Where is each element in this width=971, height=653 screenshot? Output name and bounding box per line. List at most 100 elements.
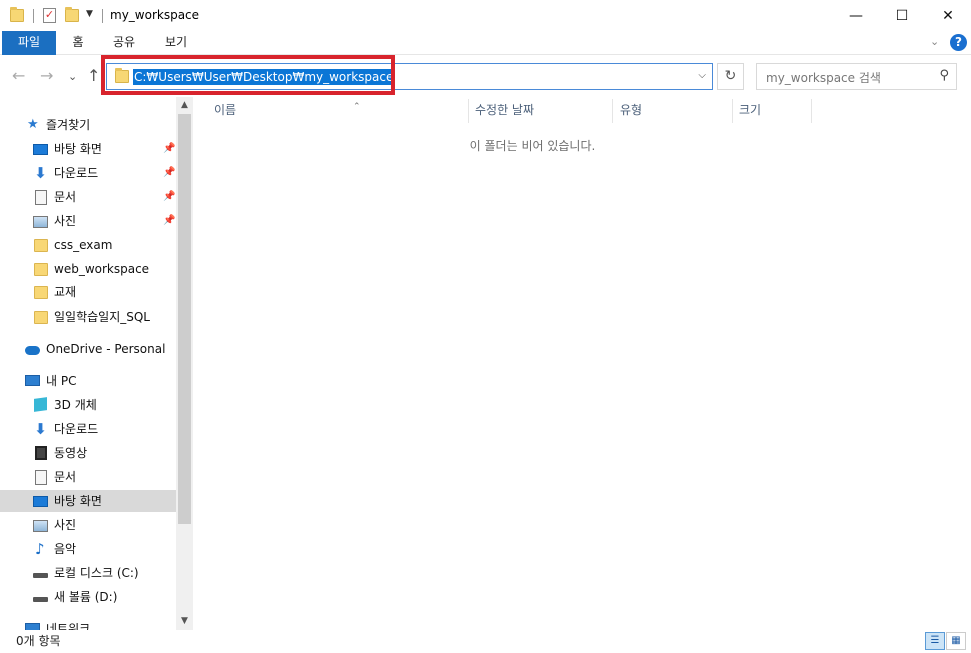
nav-item-documents-pinned[interactable]: 문서 📌 (0, 186, 176, 208)
expand-ribbon-icon[interactable]: ⌄ (930, 35, 939, 48)
title-bar: ✓ ▼ my_workspace — ☐ ✕ (0, 0, 971, 31)
empty-folder-message: 이 폴더는 비어 있습니다. (469, 139, 596, 153)
recent-locations-button[interactable]: ⌄ (68, 68, 77, 86)
scroll-thumb[interactable] (178, 114, 191, 524)
search-placeholder: my_workspace 검색 (766, 71, 881, 85)
tab-file[interactable]: 파일 (2, 31, 56, 55)
large-icons-view-icon[interactable]: ▦ (946, 632, 966, 650)
search-input[interactable]: my_workspace 검색 ⚲ (756, 63, 957, 90)
column-divider[interactable] (612, 99, 613, 123)
nav-item-label: css_exam (54, 238, 113, 252)
help-icon[interactable]: ? (950, 34, 967, 51)
nav-item-onedrive[interactable]: OneDrive - Personal (0, 338, 176, 360)
video-icon (35, 446, 47, 460)
divider (102, 9, 103, 23)
nav-item-local-disk-c[interactable]: 로컬 디스크 (C:) (0, 562, 176, 584)
divider (33, 9, 34, 23)
nav-item-desktop[interactable]: 바탕 화면 (0, 490, 176, 512)
scroll-down-arrow-icon[interactable]: ▼ (176, 613, 193, 630)
pictures-icon (33, 520, 48, 532)
properties-icon[interactable]: ✓ (43, 8, 56, 23)
nav-item-css-exam[interactable]: css_exam (0, 234, 176, 256)
network-icon (25, 623, 40, 630)
music-icon: ♪ (35, 540, 45, 558)
3d-objects-icon (34, 397, 47, 412)
column-divider[interactable] (811, 99, 812, 123)
nav-item-downloads-pinned[interactable]: ⬇ 다운로드 📌 (0, 162, 176, 184)
nav-item-music[interactable]: ♪ 음악 (0, 538, 176, 560)
nav-item-label: 사진 (54, 518, 77, 532)
nav-item-label: 네트워크 (46, 622, 91, 630)
refresh-button[interactable]: ↻ (717, 63, 744, 90)
nav-item-label: 즐겨찾기 (46, 118, 91, 132)
customize-toolbar-icon[interactable]: ▼ (86, 9, 93, 19)
nav-item-documents[interactable]: 문서 (0, 466, 176, 488)
column-header-size[interactable]: 크기 (739, 97, 811, 124)
new-folder-icon[interactable] (65, 7, 79, 22)
column-header-type[interactable]: 유형 (620, 97, 732, 124)
nav-item-label: 음악 (54, 542, 77, 556)
nav-item-label: 다운로드 (54, 422, 99, 436)
folder-icon (34, 286, 48, 299)
nav-item-label: 문서 (54, 470, 77, 484)
desktop-icon (33, 144, 48, 155)
nav-item-3d-objects[interactable]: 3D 개체 (0, 394, 176, 416)
back-button[interactable]: ← (12, 67, 25, 85)
nav-item-downloads[interactable]: ⬇ 다운로드 (0, 418, 176, 440)
scroll-up-arrow-icon[interactable]: ▲ (176, 97, 193, 114)
address-path[interactable]: C:₩Users₩User₩Desktop₩my_workspace (133, 69, 395, 85)
item-count: 0개 항목 (16, 634, 61, 648)
column-header-name[interactable]: 이름 ⌃ (214, 97, 468, 124)
nav-item-label: 바탕 화면 (54, 494, 102, 508)
navigation-pane: ★ 즐겨찾기 바탕 화면 📌 ⬇ 다운로드 📌 문서 📌 사진 📌 css_ex… (0, 97, 194, 630)
nav-item-pictures-pinned[interactable]: 사진 📌 (0, 210, 176, 232)
folder-icon (34, 239, 48, 252)
folder-icon (34, 263, 48, 276)
close-button[interactable]: ✕ (925, 0, 971, 31)
minimize-button[interactable]: — (833, 0, 879, 31)
nav-item-web-workspace[interactable]: web_workspace (0, 258, 176, 280)
nav-item-label: 일일학습일지_SQL (54, 310, 150, 324)
nav-item-daily-journal-sql[interactable]: 일일학습일지_SQL (0, 306, 176, 328)
column-divider[interactable] (732, 99, 733, 123)
pin-icon: 📌 (163, 143, 176, 154)
nav-item-quick-access[interactable]: ★ 즐겨찾기 (0, 114, 176, 136)
tab-home[interactable]: 홈 (62, 31, 94, 55)
tab-view[interactable]: 보기 (156, 31, 196, 55)
folder-icon (34, 311, 48, 324)
tab-share[interactable]: 공유 (104, 31, 144, 55)
up-button[interactable]: ↑ (87, 67, 100, 85)
nav-item-desktop-pinned[interactable]: 바탕 화면 📌 (0, 138, 176, 160)
column-header-modified[interactable]: 수정한 날짜 (475, 97, 612, 124)
nav-item-label: 바탕 화면 (54, 142, 102, 156)
download-icon: ⬇ (34, 164, 47, 182)
nav-item-textbook[interactable]: 교재 (0, 281, 176, 303)
drive-icon (33, 597, 48, 602)
local-disk-icon (33, 573, 48, 578)
nav-item-new-volume-d[interactable]: 새 볼륨 (D:) (0, 586, 176, 608)
nav-item-this-pc[interactable]: 내 PC (0, 370, 176, 392)
nav-item-label: web_workspace (54, 262, 150, 276)
column-divider[interactable] (468, 99, 469, 123)
document-icon (35, 190, 47, 205)
address-bar[interactable]: C:₩Users₩User₩Desktop₩my_workspace ⌵ (106, 63, 713, 90)
file-list: 이름 ⌃ 수정한 날짜 유형 크기 이 폴더는 비어 있습니다. (194, 97, 971, 630)
nav-item-label: 로컬 디스크 (C:) (54, 566, 139, 580)
folder-icon (10, 7, 24, 22)
nav-scrollbar[interactable]: ▲ ▼ (176, 97, 193, 630)
search-icon[interactable]: ⚲ (939, 68, 949, 83)
nav-item-label: 문서 (54, 190, 77, 204)
pictures-icon (33, 216, 48, 228)
address-dropdown-icon[interactable]: ⌵ (698, 70, 706, 81)
nav-item-pictures[interactable]: 사진 (0, 514, 176, 536)
maximize-button[interactable]: ☐ (879, 0, 925, 31)
column-name-label: 이름 (214, 103, 237, 117)
forward-button[interactable]: → (40, 67, 53, 85)
nav-item-network[interactable]: 네트워크 (0, 618, 176, 630)
nav-item-videos[interactable]: 동영상 (0, 442, 176, 464)
pc-icon (25, 375, 40, 386)
sort-ascending-icon: ⌃ (353, 102, 361, 112)
desktop-icon (33, 496, 48, 507)
details-view-icon[interactable]: ☰ (925, 632, 945, 650)
nav-item-label: 교재 (54, 285, 77, 299)
